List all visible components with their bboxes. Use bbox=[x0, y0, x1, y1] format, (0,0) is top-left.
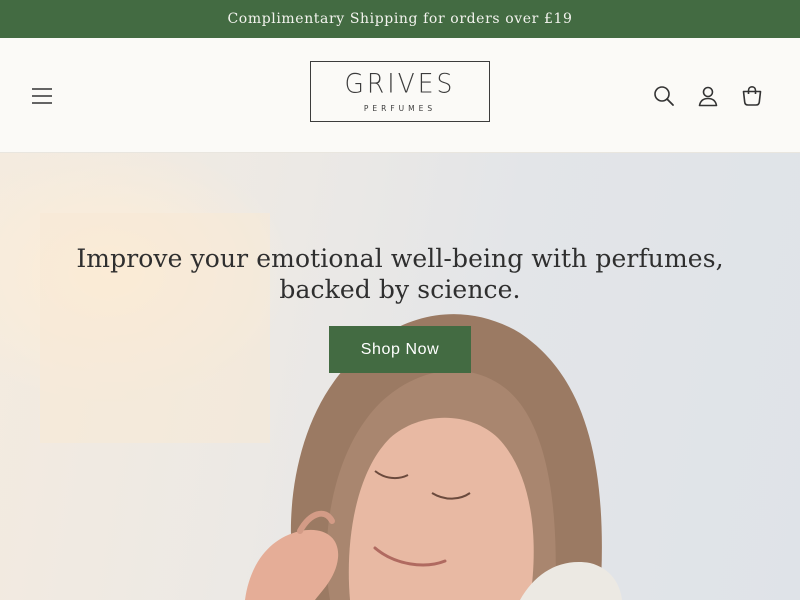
logo-subtitle: PERFUMES bbox=[363, 103, 437, 113]
cart-button[interactable] bbox=[738, 82, 766, 110]
hero-banner: Improve your emotional well-being with p… bbox=[0, 153, 800, 600]
logo[interactable]: GRIVES PERFUMES bbox=[310, 61, 490, 122]
hero-heading: Improve your emotional well-being with p… bbox=[60, 243, 740, 305]
menu-button[interactable] bbox=[28, 82, 56, 110]
header-actions bbox=[650, 82, 766, 110]
announcement-bar: Complimentary Shipping for orders over £… bbox=[0, 0, 800, 38]
account-icon bbox=[698, 86, 718, 107]
hero-photo bbox=[40, 213, 622, 600]
announcement-text: Complimentary Shipping for orders over £… bbox=[227, 11, 573, 27]
hero-heading-line-2: backed by science. bbox=[279, 275, 521, 304]
search-button[interactable] bbox=[650, 82, 678, 110]
cart-icon bbox=[742, 85, 762, 106]
site-header: GRIVES PERFUMES bbox=[0, 38, 800, 153]
menu-icon bbox=[32, 88, 52, 104]
hero-heading-line-1: Improve your emotional well-being with p… bbox=[76, 244, 724, 273]
account-button[interactable] bbox=[694, 82, 722, 110]
logo-name: GRIVES bbox=[344, 67, 456, 99]
search-icon bbox=[654, 86, 674, 106]
shop-now-button[interactable]: Shop Now bbox=[329, 326, 471, 373]
